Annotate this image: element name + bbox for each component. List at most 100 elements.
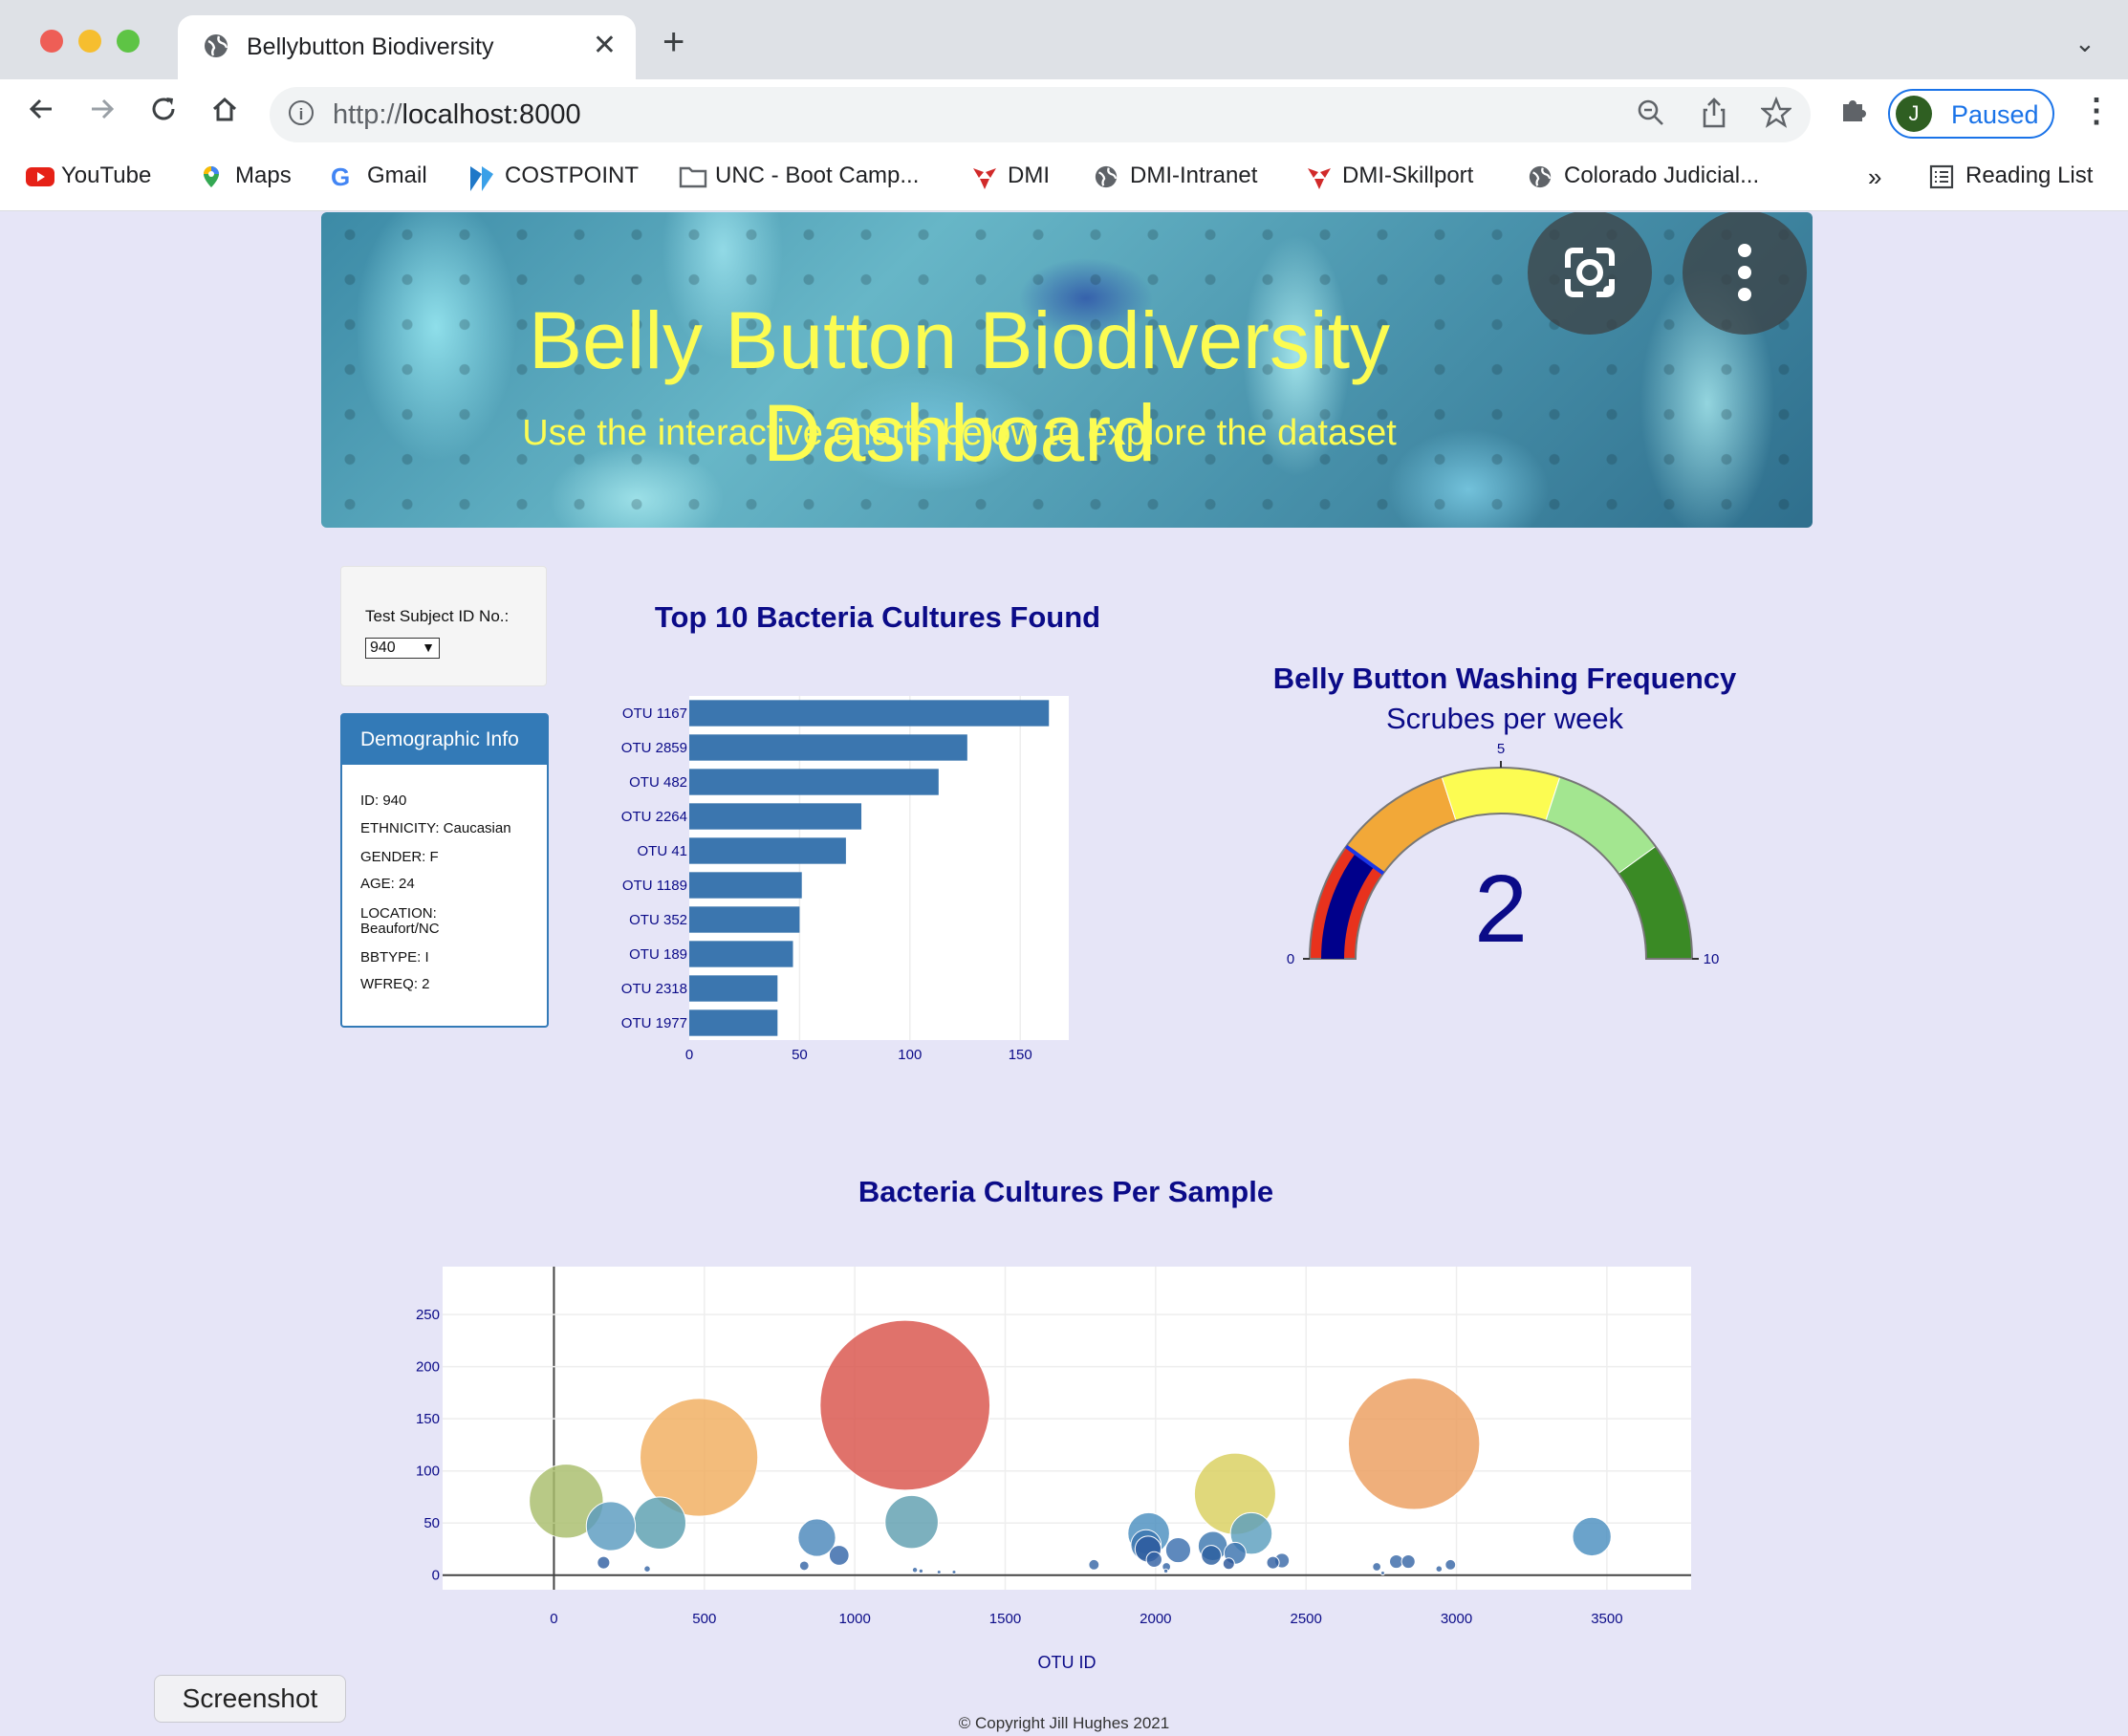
- star-icon[interactable]: [1759, 96, 1793, 137]
- washing-frequency-gauge[interactable]: 0 5 10 2: [1271, 736, 1730, 975]
- demo-row-bbtype: BBTYPE: I: [360, 949, 429, 966]
- bar[interactable]: [689, 803, 862, 830]
- demo-row-wfreq: WFREQ: 2: [360, 976, 430, 992]
- chevron-down-icon: ▼: [422, 640, 435, 655]
- back-arrow-icon[interactable]: [27, 95, 55, 128]
- share-icon[interactable]: [1700, 97, 1728, 137]
- bubble-y-tick-label: 100: [416, 1464, 440, 1480]
- bubble-point[interactable]: [1145, 1551, 1162, 1569]
- bubble-point[interactable]: [911, 1567, 919, 1573]
- bookmarks-overflow-button[interactable]: »: [1868, 163, 1881, 192]
- bubble-point[interactable]: [1266, 1555, 1280, 1570]
- zoom-icon[interactable]: [1637, 97, 1665, 137]
- forward-arrow-icon[interactable]: [88, 95, 117, 128]
- address-bar[interactable]: i http://localhost:8000: [270, 87, 1811, 142]
- globe-icon: [1094, 164, 1118, 189]
- reload-icon[interactable]: [149, 95, 178, 128]
- subject-id-dropdown[interactable]: 940 ▼: [365, 638, 440, 659]
- bookmark-colorado-judicial[interactable]: Colorado Judicial...: [1528, 163, 1759, 189]
- bubble-x-tick-label: 3500: [1591, 1611, 1622, 1627]
- minimize-window-button[interactable]: [78, 30, 101, 53]
- bubble-point[interactable]: [1444, 1558, 1457, 1571]
- bar[interactable]: [689, 975, 778, 1002]
- bar[interactable]: [689, 872, 802, 899]
- url-text[interactable]: http://localhost:8000: [333, 99, 581, 131]
- gauge-subtitle: Scrubes per week: [1385, 702, 1624, 735]
- lens-search-button[interactable]: [1528, 212, 1652, 335]
- bookmark-dmi[interactable]: DMI: [971, 163, 1050, 189]
- more-vertical-icon: [1738, 244, 1751, 301]
- bubble-point[interactable]: [828, 1545, 850, 1566]
- bubble-point[interactable]: [918, 1568, 924, 1574]
- subject-selector-panel: Test Subject ID No.: 940 ▼: [340, 566, 547, 686]
- globe-icon: [203, 33, 229, 64]
- bubble-x-tick-label: 1000: [838, 1611, 870, 1627]
- bubble-x-tick-label: 500: [692, 1611, 716, 1627]
- bar[interactable]: [689, 1009, 778, 1036]
- bookmark-dmi-intranet[interactable]: DMI-Intranet: [1094, 163, 1257, 189]
- bar-x-tick-label: 150: [1009, 1047, 1032, 1063]
- bubble-point[interactable]: [1389, 1553, 1404, 1570]
- bubble-point[interactable]: [597, 1555, 611, 1570]
- close-tab-icon[interactable]: ✕: [593, 29, 617, 62]
- bubble-point[interactable]: [1379, 1571, 1385, 1576]
- image-menu-button[interactable]: [1683, 212, 1807, 335]
- profile-button[interactable]: J Paused: [1888, 89, 2054, 139]
- info-icon[interactable]: i: [289, 100, 314, 125]
- costpoint-icon: [468, 164, 493, 191]
- bubble-point[interactable]: [643, 1565, 651, 1573]
- bubble-point[interactable]: [819, 1319, 991, 1491]
- bar-category-label: OTU 2264: [621, 809, 687, 825]
- bookmark-dmi-skillport[interactable]: DMI-Skillport: [1306, 163, 1473, 189]
- bookmark-maps[interactable]: Maps: [199, 163, 292, 189]
- browser-tab[interactable]: Bellybutton Biodiversity ✕: [178, 15, 636, 79]
- bookmark-costpoint[interactable]: COSTPOINT: [468, 163, 639, 191]
- chevron-down-icon[interactable]: ⌄: [2074, 29, 2095, 58]
- bubble-point[interactable]: [1372, 1562, 1382, 1572]
- bookmark-youtube[interactable]: YouTube: [25, 163, 151, 189]
- bubble-x-tick-label: 1500: [989, 1611, 1021, 1627]
- bubble-y-tick-label: 0: [432, 1568, 440, 1584]
- bubble-point[interactable]: [1088, 1558, 1100, 1571]
- bar[interactable]: [689, 941, 793, 967]
- bubble-point[interactable]: [1201, 1545, 1222, 1566]
- bar[interactable]: [689, 906, 800, 933]
- bookmark-gmail[interactable]: G Gmail: [331, 163, 427, 189]
- reading-list-icon: [1929, 164, 1954, 189]
- bubble-point[interactable]: [798, 1560, 810, 1572]
- gauge-tick-label: 0: [1287, 951, 1294, 967]
- bubble-x-tick-label: 2500: [1290, 1611, 1321, 1627]
- more-menu-icon[interactable]: ⋮: [2080, 95, 2113, 127]
- bubble-point[interactable]: [585, 1501, 637, 1552]
- bubble-point[interactable]: [1347, 1378, 1481, 1510]
- bar[interactable]: [689, 734, 967, 761]
- bubble-point[interactable]: [1435, 1565, 1444, 1573]
- bar[interactable]: [689, 837, 846, 864]
- gauge-title: Belly Button Washing Frequency: [1272, 662, 1737, 695]
- bar-category-label: OTU 482: [629, 774, 687, 791]
- bubble-point[interactable]: [1164, 1536, 1192, 1564]
- bar[interactable]: [689, 769, 939, 795]
- extensions-icon[interactable]: [1837, 95, 1868, 130]
- bubble-point[interactable]: [1401, 1553, 1416, 1570]
- bubble-point[interactable]: [1222, 1557, 1235, 1571]
- bar-category-label: OTU 1189: [622, 878, 687, 894]
- maximize-window-button[interactable]: [117, 30, 140, 53]
- demo-row-gender: GENDER: F: [360, 849, 439, 865]
- home-icon[interactable]: [210, 95, 239, 128]
- bar[interactable]: [689, 700, 1050, 727]
- close-window-button[interactable]: [40, 30, 63, 53]
- footer-copyright: © Copyright Jill Hughes 2021: [958, 1714, 1170, 1732]
- bookmark-unc-boot-camp[interactable]: UNC - Boot Camp...: [679, 163, 919, 189]
- bubble-point[interactable]: [633, 1496, 686, 1550]
- new-tab-button[interactable]: +: [662, 23, 684, 61]
- bubble-point[interactable]: [1572, 1516, 1612, 1557]
- top10-bar-chart[interactable]: 0 50 100 150 OTU 1167 OTU 2859 OTU 482 OTU 2264…: [593, 684, 1090, 1067]
- gauge-value-label: 2: [1474, 856, 1528, 963]
- reading-list-button[interactable]: Reading List: [1929, 163, 2093, 189]
- bubble-point[interactable]: [1162, 1568, 1169, 1574]
- bubble-point[interactable]: [936, 1569, 942, 1574]
- bubble-point[interactable]: [951, 1569, 957, 1574]
- bacteria-bubble-chart[interactable]: 0 500 1000 1500 2000 2500 3000 3500 0 50 100 150 200…: [382, 1252, 1721, 1692]
- bubble-point[interactable]: [884, 1494, 939, 1550]
